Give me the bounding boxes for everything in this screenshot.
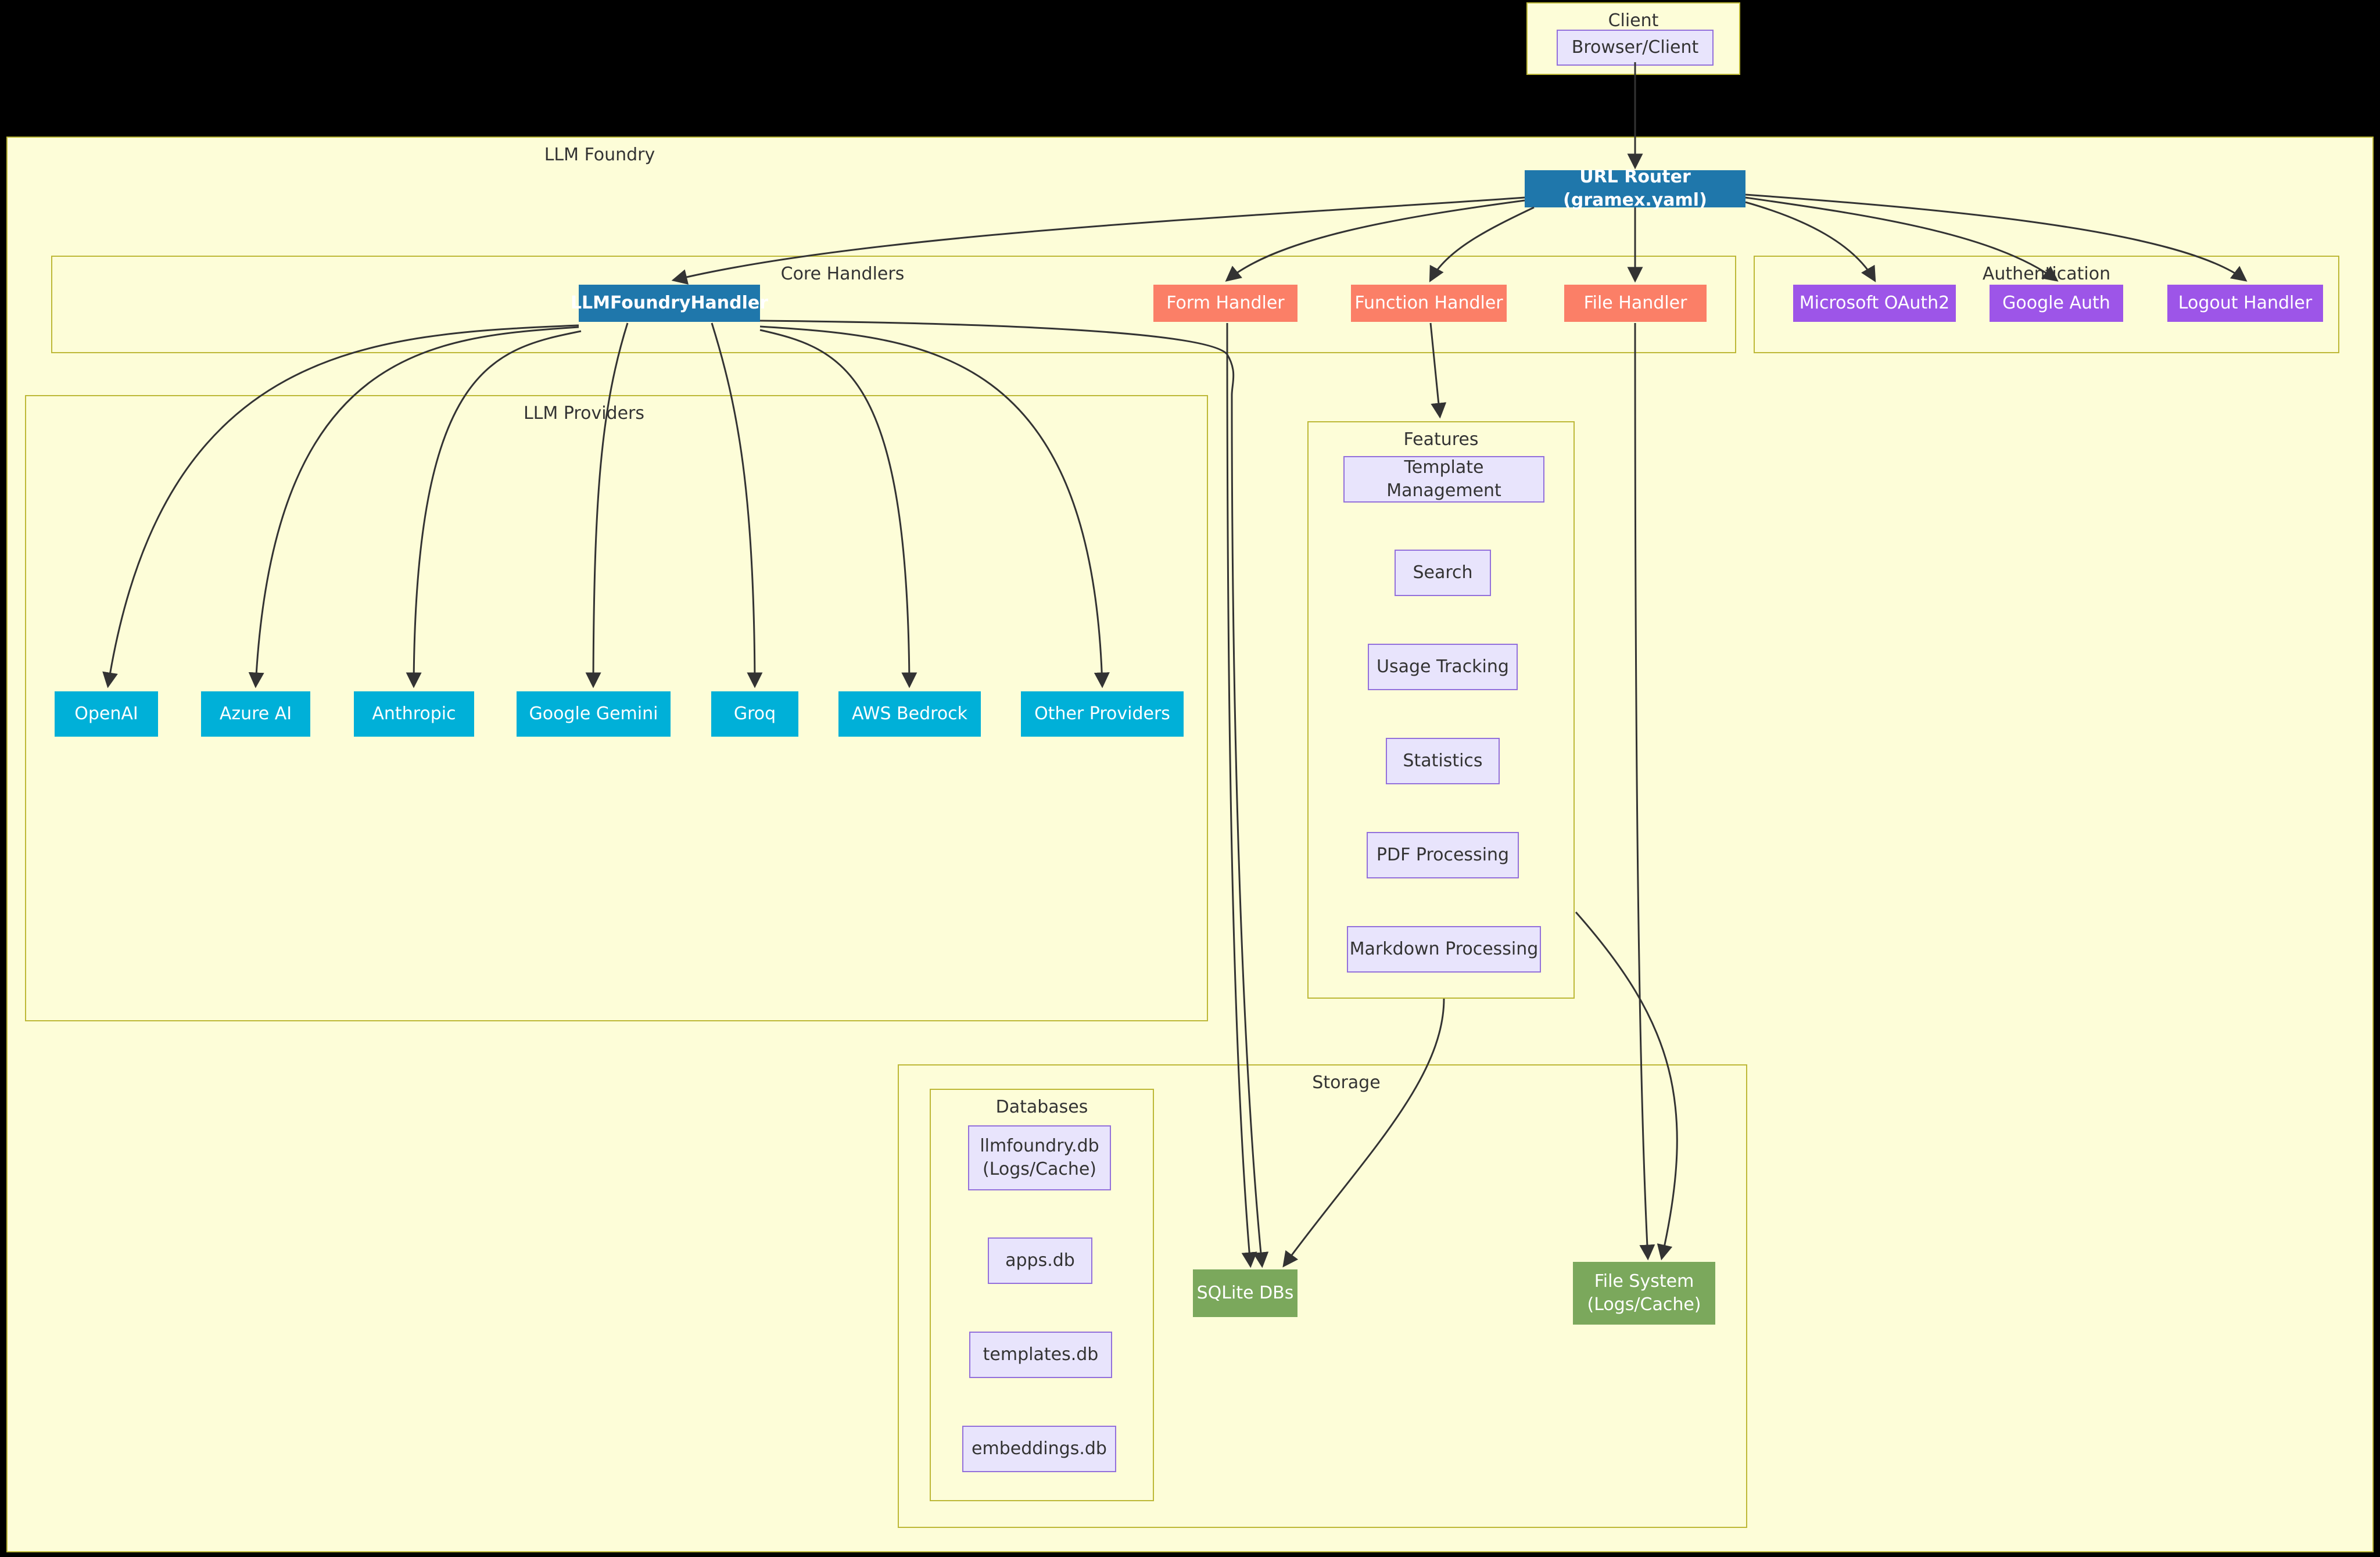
node-provider-other[interactable]: Other Providers	[1021, 691, 1184, 737]
node-feature-pdf-processing[interactable]: PDF Processing	[1367, 832, 1519, 878]
node-file-handler[interactable]: File Handler	[1564, 285, 1707, 322]
node-db-apps[interactable]: apps.db	[988, 1237, 1092, 1284]
subgraph-llm-foundry-label: LLM Foundry	[544, 145, 655, 165]
subgraph-client-label: Client	[1608, 10, 1659, 31]
node-file-system[interactable]: File System (Logs/Cache)	[1573, 1262, 1715, 1325]
node-provider-anthropic[interactable]: Anthropic	[354, 691, 474, 737]
node-feature-search[interactable]: Search	[1395, 550, 1491, 596]
node-llmfoundry-handler[interactable]: LLMFoundryHandler	[571, 285, 768, 322]
node-google-auth[interactable]: Google Auth	[1990, 285, 2123, 322]
subgraph-authentication-label: Authentication	[1982, 264, 2111, 284]
node-feature-template-management[interactable]: Template Management	[1343, 456, 1544, 503]
subgraph-storage-label: Storage	[1312, 1072, 1381, 1093]
subgraph-features-label: Features	[1403, 429, 1479, 450]
subgraph-databases-label: Databases	[995, 1097, 1088, 1117]
node-db-templates[interactable]: templates.db	[969, 1332, 1112, 1378]
node-provider-aws-bedrock[interactable]: AWS Bedrock	[838, 691, 981, 737]
subgraph-client: Client Browser/Client	[1526, 2, 1740, 75]
node-browser-client[interactable]: Browser/Client	[1557, 30, 1714, 66]
node-db-llmfoundry-line1: llmfoundry.db	[980, 1135, 1099, 1156]
node-db-llmfoundry[interactable]: llmfoundry.db (Logs/Cache)	[968, 1125, 1111, 1190]
node-feature-markdown-processing[interactable]: Markdown Processing	[1347, 926, 1541, 973]
node-form-handler[interactable]: Form Handler	[1153, 285, 1297, 322]
node-db-llmfoundry-line2: (Logs/Cache)	[982, 1159, 1097, 1179]
subgraph-core-handlers-label: Core Handlers	[780, 264, 905, 284]
node-provider-groq[interactable]: Groq	[711, 691, 798, 737]
node-microsoft-oauth2[interactable]: Microsoft OAuth2	[1793, 285, 1956, 322]
node-provider-openai[interactable]: OpenAI	[55, 691, 158, 737]
node-file-system-line2: (Logs/Cache)	[1587, 1294, 1701, 1315]
node-feature-usage-tracking[interactable]: Usage Tracking	[1368, 644, 1518, 690]
node-file-system-line1: File System	[1594, 1271, 1694, 1291]
node-logout-handler[interactable]: Logout Handler	[2167, 285, 2323, 322]
node-provider-google-gemini[interactable]: Google Gemini	[517, 691, 671, 737]
subgraph-features: Features	[1307, 421, 1575, 999]
node-db-embeddings[interactable]: embeddings.db	[962, 1426, 1116, 1472]
node-function-handler[interactable]: Function Handler	[1351, 285, 1507, 322]
node-url-router[interactable]: URL Router (gramex.yaml)	[1525, 167, 1745, 210]
node-feature-statistics[interactable]: Statistics	[1386, 738, 1500, 784]
subgraph-llm-providers-label: LLM Providers	[524, 403, 644, 424]
diagram-canvas: Client Browser/Client LLM Foundry URL Ro…	[0, 0, 2380, 1557]
node-provider-azure-ai[interactable]: Azure AI	[201, 691, 310, 737]
node-sqlite-dbs[interactable]: SQLite DBs	[1193, 1269, 1297, 1317]
